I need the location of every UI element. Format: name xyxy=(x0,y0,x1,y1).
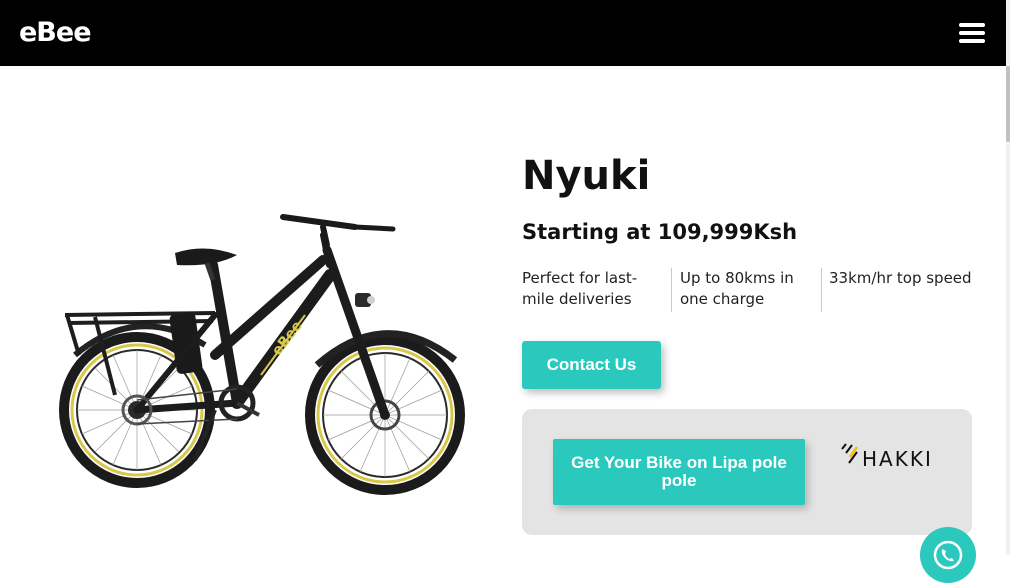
feature-list: Perfect for last-mile deliveries Up to 8… xyxy=(522,268,972,312)
product-title: Nyuki xyxy=(522,153,651,199)
hakki-logo[interactable]: HAKKI xyxy=(840,441,940,473)
feature-divider xyxy=(821,268,822,312)
bike-decal: eBee xyxy=(269,318,306,359)
ebee-logo[interactable]: eBee xyxy=(19,18,92,48)
hakki-mark-icon xyxy=(841,443,859,464)
bike-illustration: eBee xyxy=(59,214,465,495)
electric-bike-image: eBee xyxy=(55,205,470,505)
bike-seat xyxy=(175,248,237,266)
product-price: Starting at 109,999Ksh xyxy=(522,220,798,244)
lipa-pole-pole-panel: Get Your Bike on Lipa pole pole HAKKI xyxy=(522,409,972,535)
hakki-logo-text: HAKKI xyxy=(862,447,933,471)
whatsapp-chat-button[interactable] xyxy=(920,527,976,583)
top-navbar: eBee xyxy=(0,0,1006,66)
whatsapp-icon xyxy=(933,540,963,570)
lipa-pole-pole-button[interactable]: Get Your Bike on Lipa pole pole xyxy=(553,439,805,505)
feature-item: 33km/hr top speed xyxy=(829,269,972,287)
contact-us-button[interactable]: Contact Us xyxy=(522,341,661,389)
bike-handlebar xyxy=(280,214,396,248)
page-scrollbar-thumb[interactable] xyxy=(1006,66,1010,142)
feature-divider xyxy=(671,268,672,312)
feature-item: Up to 80kms in one charge xyxy=(680,269,794,308)
feature-item: Perfect for last-mile deliveries xyxy=(522,269,638,308)
hamburger-menu-icon[interactable] xyxy=(957,22,987,44)
